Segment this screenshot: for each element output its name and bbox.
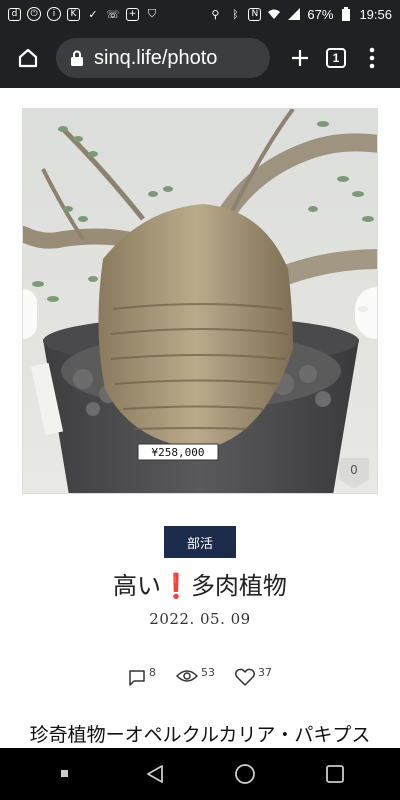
square-dot-icon xyxy=(61,770,68,777)
home-nav-button[interactable] xyxy=(225,754,265,794)
plant-photo-illustration: ¥258,000 xyxy=(23,109,377,493)
like-stat[interactable]: 37 xyxy=(235,666,272,686)
post-photo[interactable]: ¥258,000 0 xyxy=(22,108,378,494)
post-date: 2022. 05. 09 xyxy=(149,610,251,628)
eye-icon xyxy=(176,670,198,682)
power-icon: ⏻ xyxy=(27,7,41,21)
recents-square-icon xyxy=(326,765,344,783)
comment-count: 8 xyxy=(149,666,156,679)
new-tab-button[interactable] xyxy=(282,40,318,76)
check-download-icon: ✓ xyxy=(88,7,98,21)
heart-icon xyxy=(235,668,255,686)
page-content: ¥258,000 0 部活 高い❗多肉植物 2022. 05. 09 8 53 … xyxy=(0,88,400,748)
recents-button[interactable] xyxy=(315,754,355,794)
battery-percent: 67% xyxy=(307,6,334,22)
app-notification-icon: d xyxy=(8,7,21,21)
home-button[interactable] xyxy=(10,40,46,76)
tab-count: 1 xyxy=(326,48,346,68)
photo-like-count: 0 xyxy=(350,463,358,477)
nfc-icon: N xyxy=(248,7,262,21)
price-tag-text: ¥258,000 xyxy=(152,446,205,459)
system-nav-bar xyxy=(0,748,400,800)
home-icon xyxy=(18,48,38,68)
category-badge[interactable]: 部活 xyxy=(164,526,236,558)
wifi-icon xyxy=(267,7,281,21)
status-bar: d ⏻ i K ✓ ☏ + ⛉ ⚲ ᛒ N 67% 19:56 xyxy=(0,0,400,28)
info-icon: i xyxy=(47,7,61,21)
title-exclamation: ❗ xyxy=(161,571,191,600)
post-subtitle: 珍奇植物ーオペルクルカリア・パキプス xyxy=(29,724,371,746)
browser-toolbar: sinq.life/photo 1 xyxy=(0,28,400,88)
call-forward-icon: ☏ xyxy=(106,7,120,21)
plus-icon xyxy=(292,50,308,66)
plus-app-icon: + xyxy=(126,7,139,21)
title-text-before: 高い xyxy=(113,572,162,600)
k-app-icon: K xyxy=(67,7,80,21)
photo-like-badge[interactable]: 0 xyxy=(337,454,371,488)
signal-icon xyxy=(287,7,301,21)
tab-switcher-button[interactable]: 1 xyxy=(318,40,354,76)
post-stats: 8 53 37 xyxy=(0,666,400,686)
home-circle-icon xyxy=(235,764,255,784)
menu-button[interactable] xyxy=(354,40,390,76)
address-bar[interactable]: sinq.life/photo xyxy=(56,38,270,78)
post-title: 高い❗多肉植物 xyxy=(0,566,400,601)
bluetooth-icon: ᛒ xyxy=(232,7,239,21)
battery-icon xyxy=(339,7,353,21)
comment-stat[interactable]: 8 xyxy=(128,666,156,686)
comment-icon xyxy=(129,670,145,686)
like-count: 37 xyxy=(258,666,272,679)
back-triangle-icon xyxy=(147,765,163,783)
location-icon: ⚲ xyxy=(211,7,220,21)
more-vert-icon xyxy=(369,47,375,69)
carousel-prev-button[interactable] xyxy=(23,289,37,339)
shield-icon: ⛉ xyxy=(147,7,157,20)
view-count: 53 xyxy=(201,666,215,679)
nav-hint-button[interactable] xyxy=(45,754,85,794)
back-button[interactable] xyxy=(135,754,175,794)
title-text-after: 多肉植物 xyxy=(190,572,287,600)
url-text: sinq.life/photo xyxy=(94,46,218,69)
view-stat: 53 xyxy=(176,666,215,686)
lock-icon xyxy=(71,50,83,66)
clock: 19:56 xyxy=(359,6,392,22)
